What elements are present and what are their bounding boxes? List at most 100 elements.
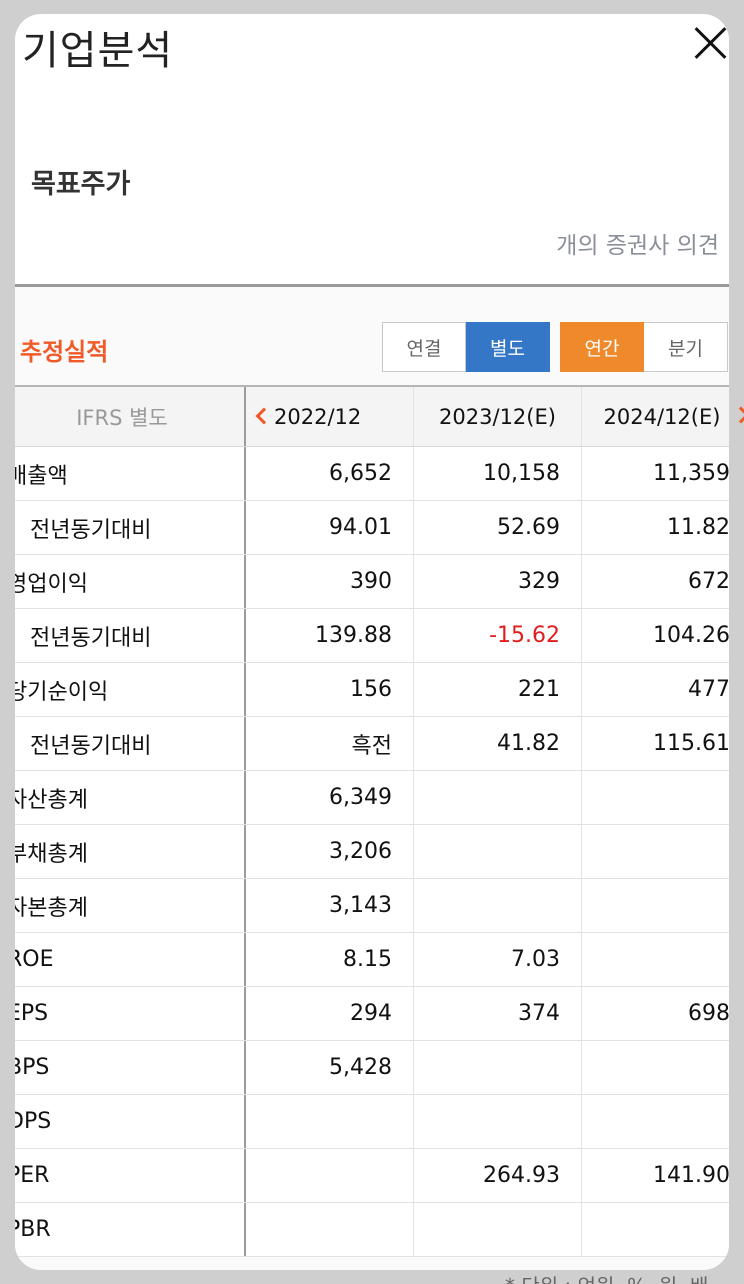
table-cell bbox=[246, 1149, 414, 1202]
table-header-row: IFRS 별도 2022/12 2023/12(E) 2024/12(E) bbox=[15, 387, 729, 447]
row-label: 자본총계 bbox=[15, 879, 246, 932]
table-row: PER 264.93 141.90 bbox=[15, 1149, 729, 1203]
separate-button[interactable]: 별도 bbox=[466, 322, 550, 372]
row-label: 자산총계 bbox=[15, 771, 246, 824]
table-cell bbox=[582, 825, 729, 878]
row-label: EPS bbox=[15, 987, 246, 1040]
broker-opinion-text: 개의 증권사 의견 bbox=[556, 233, 719, 259]
table-cell bbox=[582, 879, 729, 932]
table-cell: 11,359 bbox=[653, 461, 729, 486]
table-cell: 139.88 bbox=[246, 609, 414, 662]
table-row: ROE8.157.03 bbox=[15, 933, 729, 987]
row-label: 전년동기대비 bbox=[15, 609, 246, 662]
ifrs-header: IFRS 별도 bbox=[15, 387, 246, 446]
table-cell: 흑전 bbox=[246, 717, 414, 770]
modal-title: 기업분석 bbox=[22, 28, 174, 74]
table-row: 매출액 6,652 10,158 11,359 bbox=[15, 447, 729, 501]
row-label: 매출액 bbox=[15, 447, 246, 500]
table-cell bbox=[582, 933, 729, 986]
estimates-title: 추정실적 bbox=[20, 338, 109, 366]
row-label: 부채총계 bbox=[15, 825, 246, 878]
table-cell: 6,349 bbox=[246, 771, 414, 824]
table-cell bbox=[582, 1095, 729, 1148]
table-cell: 390 bbox=[246, 555, 414, 608]
basis-toggle: 연결 별도 bbox=[382, 322, 550, 372]
column-header-label: 2024/12(E) bbox=[603, 404, 721, 429]
table-cell bbox=[414, 1095, 582, 1148]
table-cell: 3,206 bbox=[246, 825, 414, 878]
table-row: 당기순이익 156 221 477 bbox=[15, 663, 729, 717]
table-cell: 698 bbox=[688, 1001, 729, 1026]
row-label: 영업이익 bbox=[15, 555, 246, 608]
estimates-table: IFRS 별도 2022/12 2023/12(E) 2024/12(E) 매출… bbox=[15, 385, 729, 1257]
target-price-label: 목표주가 bbox=[31, 169, 131, 200]
table-cell: 10,158 bbox=[414, 447, 582, 500]
row-label: 당기순이익 bbox=[15, 663, 246, 716]
table-row: PBR bbox=[15, 1203, 729, 1257]
table-cell: 329 bbox=[414, 555, 582, 608]
table-cell: 294 bbox=[246, 987, 414, 1040]
unit-note: * 단위 : 억원, %, 원, 배 bbox=[505, 1270, 708, 1284]
table-row: 자산총계 6,349 bbox=[15, 771, 729, 825]
table-cell: 104.26 bbox=[653, 623, 729, 648]
table-cell: 6,652 bbox=[246, 447, 414, 500]
table-cell: -15.62 bbox=[414, 609, 582, 662]
row-label: PBR bbox=[15, 1203, 246, 1256]
table-row: 부채총계 3,206 bbox=[15, 825, 729, 879]
table-cell: 156 bbox=[246, 663, 414, 716]
table-cell: 672 bbox=[688, 569, 729, 594]
column-header-label: 2022/12 bbox=[274, 404, 362, 429]
table-cell: 94.01 bbox=[246, 501, 414, 554]
table-cell: 8.15 bbox=[246, 933, 414, 986]
table-cell: 5,428 bbox=[246, 1041, 414, 1094]
column-header: 2023/12(E) bbox=[414, 387, 582, 446]
table-cell: 141.90 bbox=[653, 1163, 729, 1188]
table-cell bbox=[414, 1203, 582, 1256]
quarterly-button[interactable]: 분기 bbox=[644, 322, 728, 372]
table-cell: 221 bbox=[414, 663, 582, 716]
table-cell bbox=[246, 1095, 414, 1148]
chevron-right-icon[interactable] bbox=[732, 406, 744, 424]
chevron-left-icon[interactable] bbox=[255, 407, 273, 425]
period-toggle: 연간 분기 bbox=[560, 322, 728, 372]
table-cell: 374 bbox=[414, 987, 582, 1040]
annual-button[interactable]: 연간 bbox=[560, 322, 644, 372]
table-cell bbox=[582, 771, 729, 824]
table-row: 영업이익 390 329 672 bbox=[15, 555, 729, 609]
table-cell: 477 bbox=[688, 677, 729, 702]
table-cell: 41.82 bbox=[414, 717, 582, 770]
table-cell: 11.82 bbox=[667, 515, 729, 540]
table-cell bbox=[414, 771, 582, 824]
company-analysis-modal: 기업분석 목표주가 개의 증권사 의견 추정실적 연결 별도 연간 분기 IFR… bbox=[15, 14, 729, 1270]
column-header-label: 2023/12(E) bbox=[439, 404, 556, 429]
column-header: 2024/12(E) bbox=[582, 387, 729, 446]
row-label: PER bbox=[15, 1149, 246, 1202]
table-row: DPS bbox=[15, 1095, 729, 1149]
row-label: DPS bbox=[15, 1095, 246, 1148]
close-icon[interactable] bbox=[693, 22, 729, 58]
table-cell bbox=[414, 825, 582, 878]
table-cell bbox=[414, 879, 582, 932]
table-row: 전년동기대비 94.01 52.69 11.82 bbox=[15, 501, 729, 555]
table-row: BPS5,428 bbox=[15, 1041, 729, 1095]
table-cell: 264.93 bbox=[414, 1149, 582, 1202]
table-cell bbox=[582, 1203, 729, 1256]
consolidated-button[interactable]: 연결 bbox=[382, 322, 466, 372]
table-cell bbox=[582, 1041, 729, 1094]
table-row: 전년동기대비 흑전 41.82 115.61 bbox=[15, 717, 729, 771]
column-header: 2022/12 bbox=[246, 387, 414, 446]
table-body: 매출액 6,652 10,158 11,359 전년동기대비 94.01 52.69 11.8… bbox=[15, 447, 729, 1257]
table-cell: 115.61 bbox=[653, 731, 729, 756]
row-label: BPS bbox=[15, 1041, 246, 1094]
table-row: 전년동기대비 139.88 -15.62 104.26 bbox=[15, 609, 729, 663]
table-cell: 52.69 bbox=[414, 501, 582, 554]
table-row: EPS294374 698 bbox=[15, 987, 729, 1041]
table-cell: 3,143 bbox=[246, 879, 414, 932]
table-cell bbox=[246, 1203, 414, 1256]
row-label: ROE bbox=[15, 933, 246, 986]
table-cell: 7.03 bbox=[414, 933, 582, 986]
table-row: 자본총계 3,143 bbox=[15, 879, 729, 933]
row-label: 전년동기대비 bbox=[15, 717, 246, 770]
row-label: 전년동기대비 bbox=[15, 501, 246, 554]
table-cell bbox=[414, 1041, 582, 1094]
